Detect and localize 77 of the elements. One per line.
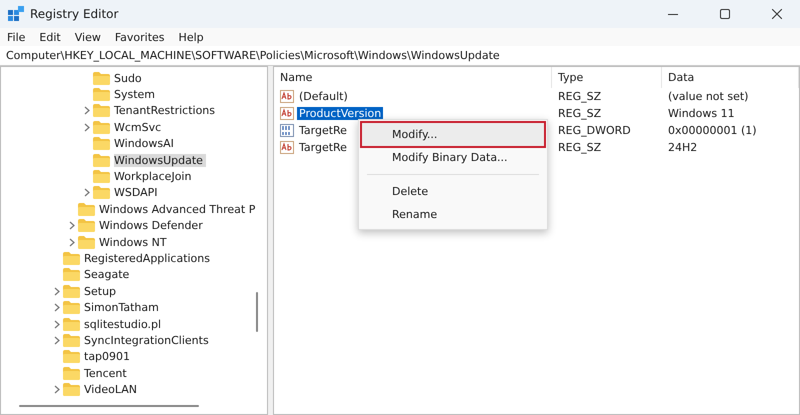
table-cell-text: 0x00000001 (1) xyxy=(667,123,758,139)
scrollbar-thumb[interactable] xyxy=(256,292,258,332)
tree-item[interactable]: tap0901 xyxy=(84,350,134,364)
string-value-icon xyxy=(280,90,294,103)
maximize-icon xyxy=(720,9,730,19)
binary-value-icon xyxy=(280,124,294,137)
folder-icon xyxy=(93,88,110,102)
tree-item[interactable]: System xyxy=(114,88,158,102)
menu-item[interactable]: File xyxy=(7,30,26,44)
close-icon xyxy=(772,9,782,19)
table-cell-text: (value not set) xyxy=(667,89,750,105)
folder-icon xyxy=(63,334,80,347)
tree-item[interactable]: VideoLAN xyxy=(84,383,140,396)
tree-item[interactable]: Seagate xyxy=(84,268,132,282)
tree-item[interactable]: SyncIntegrationClients xyxy=(84,334,212,347)
tree-item[interactable]: SimonTatham xyxy=(84,301,162,314)
tree-item[interactable]: RegisteredApplications xyxy=(84,252,213,265)
tree-item[interactable]: Windows NT xyxy=(99,236,170,249)
menu-item[interactable]: View xyxy=(74,30,101,44)
table-cell-text: REG_SZ xyxy=(557,106,602,122)
folder-icon xyxy=(63,318,80,331)
tree-item[interactable]: WSDAPI xyxy=(114,186,161,200)
tree-item[interactable]: Setup xyxy=(84,284,120,298)
folder-icon xyxy=(63,284,80,298)
value-name[interactable]: ProductVersion xyxy=(297,107,384,120)
folder-icon xyxy=(93,154,110,167)
tree-item[interactable]: Windows Advanced Threat P xyxy=(99,202,258,216)
folder-icon xyxy=(93,120,110,134)
window-title: Registry Editor xyxy=(30,7,120,21)
registry-app-icon xyxy=(8,6,24,22)
menu-item[interactable]: Rename xyxy=(362,203,544,226)
folder-icon xyxy=(93,104,110,118)
folder-icon xyxy=(93,137,110,150)
table-cell-text: 24H2 xyxy=(667,140,698,156)
address-bar[interactable]: Computer\HKEY_LOCAL_MACHINE\SOFTWARE\Policies\Microsoft\Windows\WindowsUpdate xyxy=(0,46,800,66)
value-name[interactable]: TargetRe xyxy=(297,124,349,137)
table-cell-text: REG_DWORD xyxy=(557,123,632,139)
table-cell-text: Windows 11 xyxy=(667,106,736,122)
tree-item[interactable]: Tencent xyxy=(84,366,130,380)
folder-icon xyxy=(63,350,80,364)
folder-icon xyxy=(93,72,110,85)
chevron-icon[interactable] xyxy=(84,188,90,198)
string-value-icon xyxy=(280,141,294,154)
tree-item[interactable]: Sudo xyxy=(114,72,145,85)
value-name[interactable]: (Default) xyxy=(297,90,350,103)
menu-item[interactable]: Edit xyxy=(39,30,61,44)
tree-item[interactable]: WcmSvc xyxy=(114,120,164,134)
tree-item[interactable]: WindowsAI xyxy=(114,137,177,150)
folder-icon xyxy=(78,202,95,216)
column-header[interactable]: Data xyxy=(662,67,799,88)
menu-item[interactable]: Modify Binary Data... xyxy=(362,146,544,169)
folder-icon xyxy=(63,301,80,314)
table-cell-text: REG_SZ xyxy=(557,140,602,156)
tree-item[interactable]: TenantRestrictions xyxy=(114,104,218,118)
menu-item[interactable]: Help xyxy=(178,30,204,44)
tree-item[interactable]: WindowsUpdate xyxy=(114,154,206,167)
folder-icon xyxy=(78,236,95,249)
menu-item[interactable]: Modify... xyxy=(362,123,544,146)
chevron-icon[interactable] xyxy=(54,385,60,394)
menu-item[interactable]: Favorites xyxy=(114,30,165,44)
string-value-icon xyxy=(280,107,294,120)
tree-item[interactable]: Windows Defender xyxy=(99,219,206,232)
tree-item[interactable]: sqlitestudio.pl xyxy=(84,318,164,331)
folder-icon xyxy=(93,170,110,184)
value-name[interactable]: TargetRe xyxy=(297,141,349,154)
folder-icon xyxy=(63,268,80,282)
folder-icon xyxy=(93,186,110,200)
column-header[interactable]: Type xyxy=(552,67,662,88)
tree-item[interactable]: WorkplaceJoin xyxy=(114,170,194,184)
folder-icon xyxy=(63,383,80,396)
menu-item[interactable]: Delete xyxy=(362,180,544,203)
table-cell-text: REG_SZ xyxy=(557,89,602,105)
column-header[interactable]: Name xyxy=(274,67,552,88)
folder-icon xyxy=(63,252,80,265)
folder-icon xyxy=(78,219,95,232)
scrollbar-thumb[interactable] xyxy=(19,405,199,407)
folder-icon xyxy=(63,366,80,380)
